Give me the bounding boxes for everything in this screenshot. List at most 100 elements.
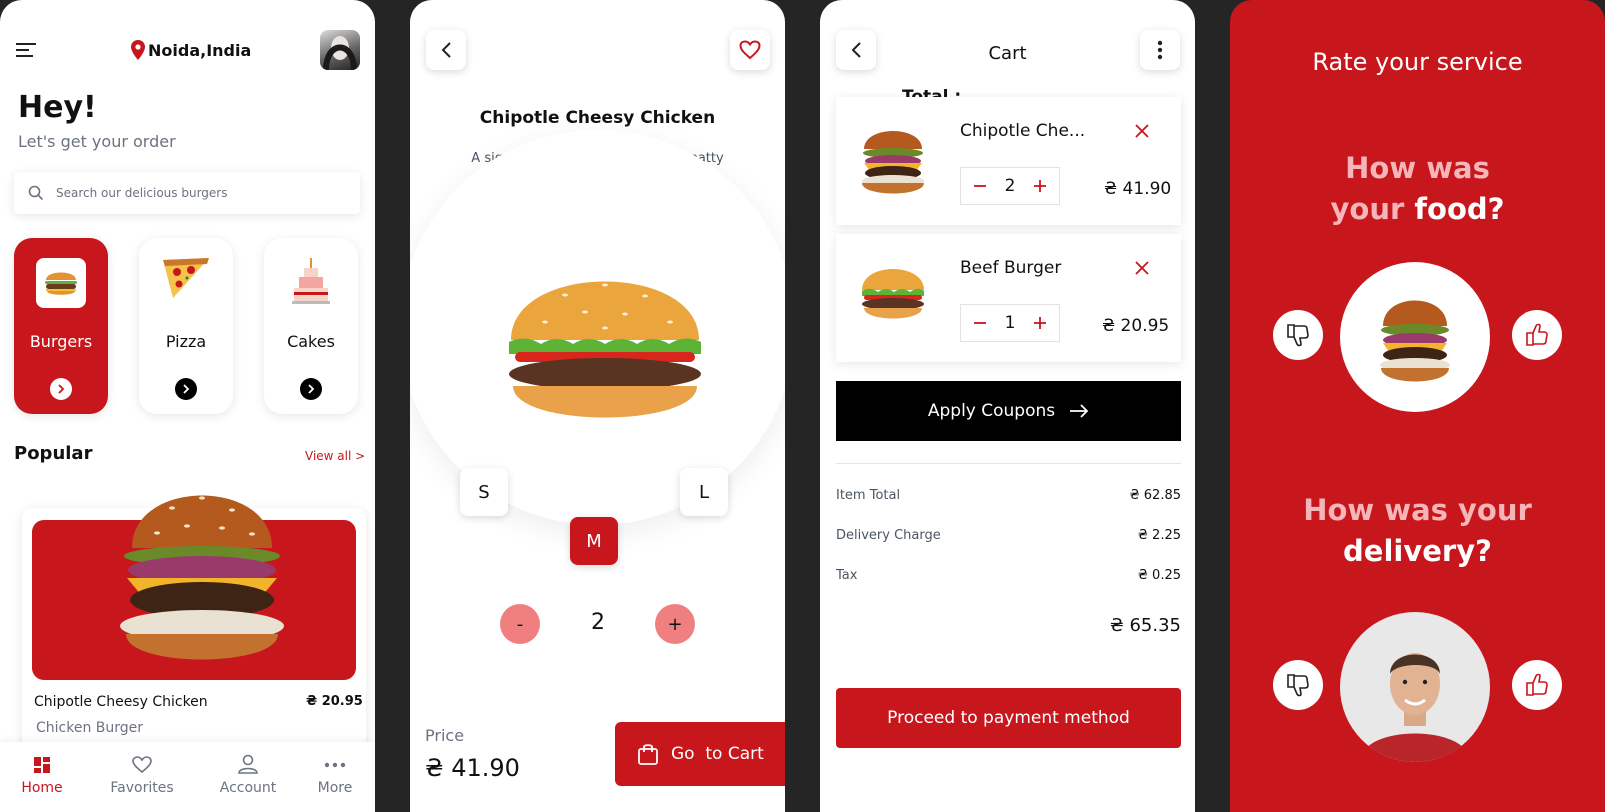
greeting-subtitle: Let's get your order: [18, 132, 176, 151]
search-input[interactable]: Search our delicious burgers: [14, 172, 360, 214]
popular-item-type: Chicken Burger: [36, 720, 144, 736]
apply-coupons-label: Apply Coupons: [927, 401, 1056, 421]
quantity-stepper: 1: [960, 304, 1060, 342]
size-s-button[interactable]: S: [460, 468, 508, 516]
food-question-line2a: your: [1330, 192, 1405, 226]
summary-label: Delivery Charge: [836, 528, 941, 543]
delivery-thumbs-up-button[interactable]: [1512, 660, 1562, 710]
nav-favorites[interactable]: Favorites: [102, 752, 182, 796]
search-icon: [28, 185, 44, 201]
quantity-stepper: 2: [960, 167, 1060, 205]
price-value: ₴ 41.90: [425, 754, 520, 782]
summary-row: Tax ₴ 0.25: [836, 568, 1181, 583]
nav-label: Home: [21, 780, 63, 796]
size-m-button[interactable]: M: [570, 517, 618, 565]
summary-value: ₴ 2.25: [1137, 528, 1181, 543]
heart-icon: [132, 756, 152, 774]
food-image: [1340, 262, 1490, 412]
burger-icon: [36, 258, 86, 308]
cart-screen: Cart Total : Chipotle Che... 2 ₴ 41.90 B…: [820, 0, 1195, 812]
cart-item-qty: 1: [1004, 313, 1016, 333]
close-icon: [1135, 261, 1149, 275]
price-label: Price: [425, 726, 465, 745]
food-thumbs-up-button[interactable]: [1512, 310, 1562, 360]
apply-coupons-button[interactable]: Apply Coupons: [836, 381, 1181, 441]
cart-item-price: ₴ 41.90: [1104, 179, 1172, 199]
nav-home[interactable]: Home: [2, 752, 82, 796]
cart-item-name: Beef Burger: [960, 258, 1062, 278]
delivery-thumbs-down-button[interactable]: [1273, 660, 1323, 710]
size-l-button[interactable]: L: [680, 468, 728, 516]
cart-item-name: Chipotle Che...: [960, 121, 1086, 141]
size-label: S: [478, 481, 490, 503]
plus-icon[interactable]: [1033, 316, 1047, 330]
quantity-decrease-button[interactable]: -: [500, 604, 540, 644]
back-button[interactable]: [426, 30, 466, 70]
nav-more[interactable]: More: [295, 752, 375, 796]
food-question-line2b: food?: [1414, 192, 1505, 226]
delivery-question: How was your delivery?: [1230, 490, 1605, 572]
chevron-right-icon: [175, 378, 197, 400]
size-label: M: [586, 530, 602, 552]
chevron-left-icon: [441, 42, 451, 58]
quantity-increase-button[interactable]: +: [655, 604, 695, 644]
thumbs-up-icon: [1526, 673, 1548, 696]
burger-image: [858, 123, 928, 195]
rating-screen: Rate your service How was your food? How…: [1230, 0, 1605, 812]
cart-item: Beef Burger 1 ₴ 20.95: [836, 234, 1181, 362]
view-all-link[interactable]: View all >: [305, 449, 365, 463]
category-label: Burgers: [29, 332, 93, 351]
popular-title: Popular: [14, 443, 93, 464]
pizza-icon: [159, 252, 213, 302]
category-cakes[interactable]: Cakes: [264, 238, 358, 414]
product-title: Chipotle Cheesy Chicken: [479, 108, 716, 128]
location-selector[interactable]: Noida,India: [131, 40, 251, 60]
popular-item-name: Chipotle Cheesy Chicken: [34, 694, 208, 710]
divider: [836, 463, 1181, 464]
delivery-question-line2: delivery?: [1343, 534, 1492, 568]
menu-icon[interactable]: [16, 42, 38, 58]
delivery-person-avatar: [1340, 612, 1490, 762]
category-burgers[interactable]: Burgers: [14, 238, 108, 414]
summary-label: Tax: [836, 568, 858, 583]
nav-account[interactable]: Account: [208, 752, 288, 796]
category-label: Cakes: [287, 332, 335, 351]
size-label: L: [698, 481, 710, 503]
favorite-button[interactable]: [730, 30, 770, 70]
thumbs-up-icon: [1526, 323, 1548, 346]
greeting-title: Hey!: [18, 90, 97, 125]
summary-label: Item Total: [836, 488, 901, 503]
plus-icon[interactable]: [1033, 179, 1047, 193]
category-label: Pizza: [165, 332, 207, 351]
more-options-button[interactable]: [1140, 30, 1180, 70]
quantity-value: 2: [591, 610, 605, 635]
food-question-line1: How was: [1345, 151, 1490, 185]
minus-icon[interactable]: [973, 179, 987, 193]
detail-screen: Chipotle Cheesy Chicken A signature flam…: [410, 0, 785, 812]
cart-item-price: ₴ 20.95: [1102, 316, 1170, 336]
arrow-right-icon: [1070, 404, 1089, 418]
popular-item-price: ₴ 20.95: [306, 694, 363, 709]
remove-item-button[interactable]: [1134, 123, 1150, 139]
proceed-payment-button[interactable]: Proceed to payment method: [836, 688, 1181, 748]
cake-icon: [291, 256, 331, 306]
burger-image: [860, 264, 926, 320]
chevron-right-icon: [50, 378, 72, 400]
burger-image: [505, 270, 705, 430]
nav-label: More: [317, 780, 353, 796]
go-to-cart-button[interactable]: Go to Cart: [615, 722, 785, 786]
grand-total: ₴ 65.35: [1109, 615, 1181, 636]
summary-row: Delivery Charge ₴ 2.25: [836, 528, 1181, 543]
search-placeholder: Search our delicious burgers: [56, 186, 228, 200]
close-icon: [1135, 124, 1149, 138]
location-pin-icon: [131, 40, 145, 60]
location-text: Noida,India: [148, 40, 252, 60]
minus-icon[interactable]: [973, 316, 987, 330]
category-pizza[interactable]: Pizza: [139, 238, 233, 414]
nav-label: Account: [219, 780, 277, 796]
avatar[interactable]: [320, 30, 360, 70]
food-thumbs-down-button[interactable]: [1273, 310, 1323, 360]
remove-item-button[interactable]: [1134, 260, 1150, 276]
delivery-question-line1: How was your: [1303, 493, 1532, 527]
popular-item-card[interactable]: Chipotle Cheesy Chicken ₴ 20.95 Chicken …: [22, 495, 366, 758]
